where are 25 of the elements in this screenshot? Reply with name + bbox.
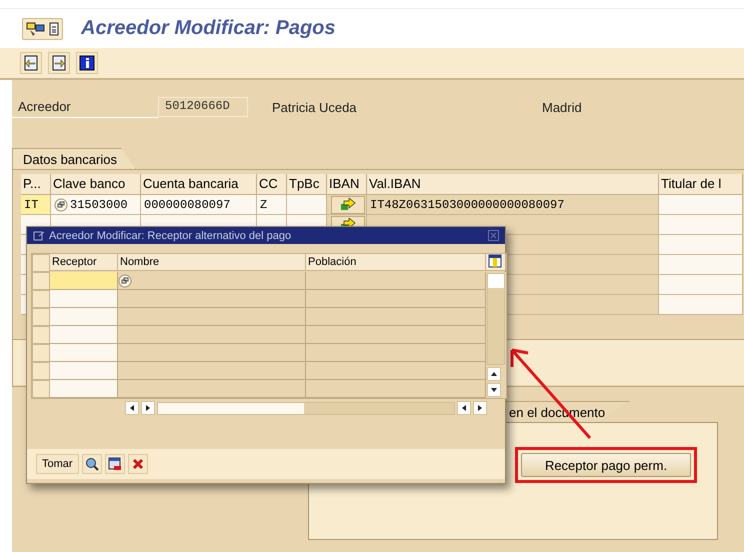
column-header: Nombre <box>118 254 306 271</box>
vendor-name: Patricia Uceda <box>271 100 358 114</box>
column-header: Población <box>306 254 486 271</box>
take-button[interactable]: Tomar <box>36 454 79 474</box>
column-header: Receptor <box>50 254 118 271</box>
table-cell: 000000080097 <box>141 195 257 215</box>
vendor-city: Madrid <box>541 100 583 114</box>
column-header: Val.IBAN <box>367 174 659 195</box>
permanent-payee-button[interactable]: Receptor pago perm. <box>521 453 691 477</box>
table-cell: 31503000 <box>51 195 141 215</box>
table-cell: Z <box>257 195 287 215</box>
dialog-title: Acreedor Modificar: Receptor alternativo del pago <box>49 230 292 242</box>
vendor-number-field: 50120666D <box>158 97 248 117</box>
column-header: Titular de l <box>659 174 743 195</box>
screen-title: Acreedor Modificar: Pagos <box>81 17 336 40</box>
column-header: TpBc <box>287 174 327 195</box>
column-header: Cuenta bancaria <box>141 174 257 195</box>
column-header: CC <box>257 174 287 195</box>
column-header: IBAN <box>327 174 367 195</box>
bank-data-tab[interactable]: Datos bancarios <box>12 148 136 169</box>
column-header: P... <box>21 174 51 195</box>
vendor-label: Acreedor <box>12 96 158 118</box>
table-cell: IT <box>21 195 51 215</box>
column-header: Clave banco <box>51 174 141 195</box>
table-cell: IT48Z0631503000000000080097 <box>367 195 659 215</box>
